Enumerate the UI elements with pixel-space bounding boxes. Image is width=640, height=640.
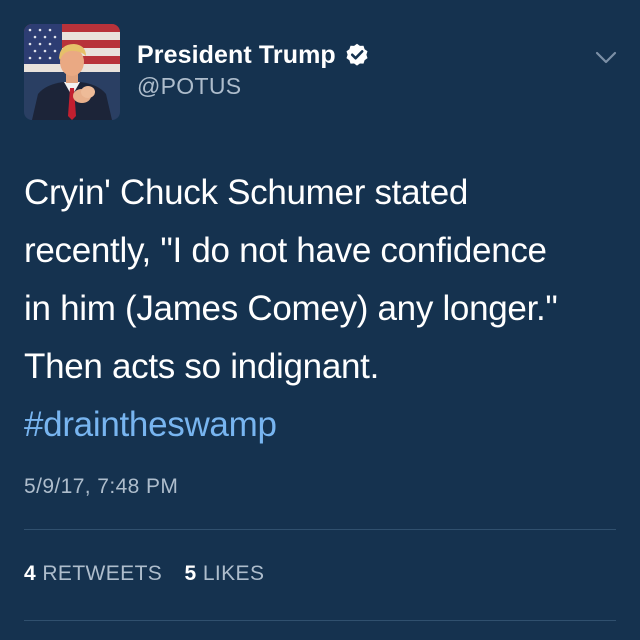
tweet-text: Cryin' Chuck Schumer stated recently, "I… (24, 164, 624, 454)
user-handle[interactable]: @POTUS (137, 73, 241, 100)
tweet-text-line: recently, "I do not have confidence (24, 231, 547, 270)
likes-label: LIKES (202, 562, 265, 585)
verified-badge-icon (345, 43, 369, 67)
divider (24, 620, 616, 621)
tweet-text-line: Then acts so indignant. (24, 347, 379, 386)
display-name[interactable]: President Trump (137, 41, 336, 70)
display-name-row[interactable]: President Trump (137, 38, 369, 72)
tweet-text-line: Cryin' Chuck Schumer stated (24, 173, 469, 212)
tweet-text-line: in him (James Comey) any longer." (24, 289, 558, 328)
hashtag-link[interactable]: #draintheswamp (24, 396, 624, 454)
retweets-label: RETWEETS (42, 562, 163, 585)
likes-stat[interactable]: 5 LIKES (184, 562, 264, 586)
likes-count: 5 (184, 562, 197, 585)
tweet-stats: 4 RETWEETS 5 LIKES (24, 562, 264, 586)
avatar[interactable] (24, 24, 120, 120)
retweets-stat[interactable]: 4 RETWEETS (24, 562, 162, 586)
tweet-timestamp: 5/9/17, 7:48 PM (24, 475, 179, 498)
chevron-down-icon[interactable] (594, 49, 618, 67)
divider (24, 529, 616, 530)
avatar-photo (24, 24, 120, 120)
retweets-count: 4 (24, 562, 37, 585)
